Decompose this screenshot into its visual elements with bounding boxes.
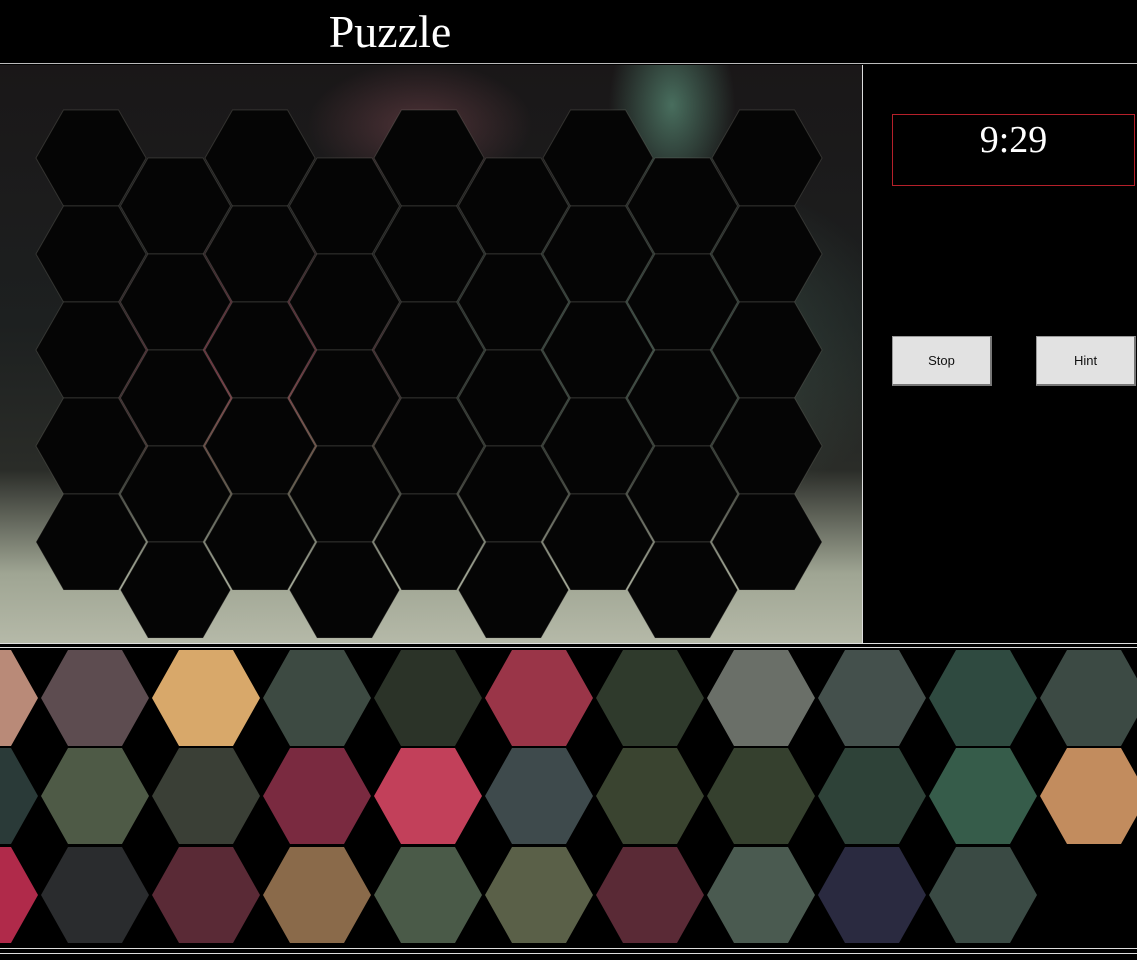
stop-button[interactable]: Stop [892,336,992,386]
puzzle-piece[interactable] [596,650,704,746]
puzzle-piece[interactable] [152,847,260,943]
puzzle-piece[interactable] [707,650,815,746]
puzzle-piece[interactable] [152,748,260,844]
puzzle-piece[interactable] [929,650,1037,746]
puzzle-piece[interactable] [374,650,482,746]
header-bar: Puzzle [0,0,1137,64]
puzzle-piece[interactable] [1040,748,1137,844]
puzzle-piece[interactable] [41,847,149,943]
puzzle-piece[interactable] [263,847,371,943]
piece-tray[interactable] [0,648,1137,948]
puzzle-piece[interactable] [374,748,482,844]
puzzle-piece[interactable] [263,650,371,746]
puzzle-piece[interactable] [818,748,926,844]
puzzle-piece[interactable] [596,748,704,844]
puzzle-piece[interactable] [374,847,482,943]
puzzle-piece[interactable] [818,847,926,943]
puzzle-piece[interactable] [0,847,38,943]
puzzle-piece[interactable] [41,748,149,844]
divider-line [0,948,1137,949]
tray-pieces [0,650,1137,943]
puzzle-piece[interactable] [929,847,1037,943]
puzzle-piece[interactable] [596,847,704,943]
puzzle-piece[interactable] [485,650,593,746]
page-title: Puzzle [328,6,452,57]
puzzle-piece[interactable] [0,650,38,746]
puzzle-piece[interactable] [485,847,593,943]
puzzle-board[interactable] [0,65,862,643]
side-panel: 9:29 Stop Hint [863,65,1137,643]
hint-button[interactable]: Hint [1036,336,1136,386]
puzzle-piece[interactable] [929,748,1037,844]
puzzle-piece[interactable] [0,748,38,844]
board-grid [35,109,823,639]
puzzle-piece[interactable] [1040,650,1137,746]
divider-line [0,953,1137,954]
puzzle-piece[interactable] [485,748,593,844]
puzzle-piece[interactable] [818,650,926,746]
puzzle-piece[interactable] [152,650,260,746]
puzzle-piece[interactable] [263,748,371,844]
divider-line [0,643,1137,644]
puzzle-piece[interactable] [707,748,815,844]
puzzle-piece[interactable] [41,650,149,746]
timer-display: 9:29 [892,114,1135,186]
puzzle-piece[interactable] [707,847,815,943]
